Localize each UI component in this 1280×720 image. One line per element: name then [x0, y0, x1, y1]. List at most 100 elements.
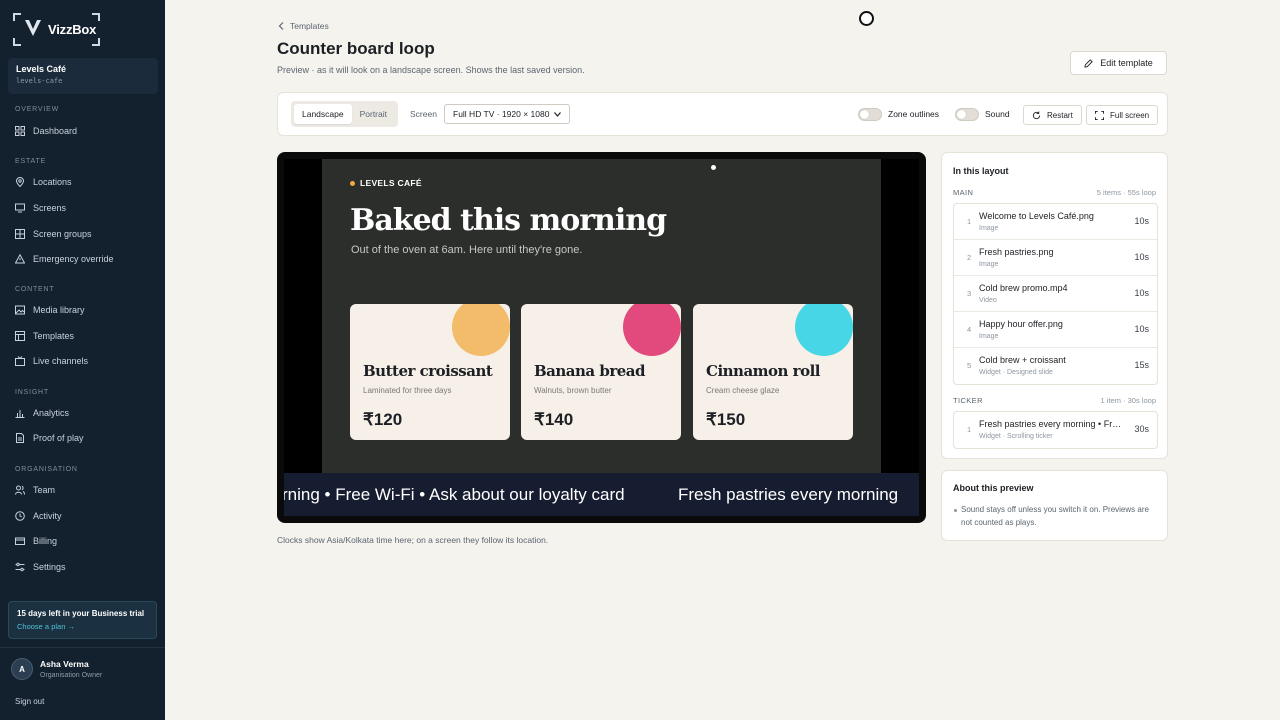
sidebar: VizzBox Levels Café levels-cafe OVERVIEW…: [0, 0, 165, 720]
list-item[interactable]: 1 Welcome to Levels Café.png Image 10s: [954, 204, 1157, 240]
list-item[interactable]: 2 Fresh pastries.png Image 10s: [954, 240, 1157, 276]
breadcrumb[interactable]: Templates: [278, 21, 329, 31]
zone-outlines-toggle[interactable]: [858, 108, 882, 121]
sidebar-item-label: Live channels: [33, 356, 89, 366]
nav-section-content: CONTENT: [15, 286, 55, 293]
product-card: Butter croissant Laminated for three day…: [350, 304, 510, 440]
timezone-caption: Clocks show Asia/Kolkata time here; on a…: [277, 535, 549, 545]
trial-banner: 15 days left in your Business trial Choo…: [8, 601, 157, 639]
card-accent-circle: [623, 304, 681, 356]
full-screen-button[interactable]: Full screen: [1086, 105, 1159, 125]
item-index: 1: [967, 425, 972, 434]
layout-panel-title: In this layout: [953, 166, 1009, 176]
document-icon: [16, 433, 24, 443]
edit-template-button[interactable]: Edit template: [1070, 51, 1167, 75]
item-type: Widget · Scrolling ticker: [979, 433, 1053, 440]
sidebar-item-label: Emergency override: [33, 254, 114, 264]
main-zone-meta: 5 items · 55s loop: [1096, 188, 1156, 197]
screen-label: Screen: [410, 109, 437, 119]
sliders-icon: [15, 562, 25, 572]
list-item[interactable]: 5 Cold brew + croissant Widget · Designe…: [954, 348, 1157, 384]
sound-toggle[interactable]: [955, 108, 979, 121]
ticker-zone-meta: 1 item · 30s loop: [1100, 396, 1156, 405]
sidebar-item-label: Settings: [33, 562, 66, 572]
product-desc: Cream cheese glaze: [706, 386, 780, 395]
avatar: A: [11, 658, 33, 680]
sidebar-item-team[interactable]: Team: [15, 485, 55, 495]
nav-section-insight: INSIGHT: [15, 389, 49, 396]
sidebar-item-locations[interactable]: Locations: [15, 177, 72, 187]
item-name: Cold brew + croissant: [979, 355, 1066, 365]
list-item[interactable]: 4 Happy hour offer.png Image 10s: [954, 312, 1157, 348]
location-pin-icon: [15, 177, 25, 187]
ticker-text: Fresh pastries every morning: [678, 485, 899, 504]
item-duration: 10s: [1134, 324, 1149, 334]
sidebar-item-screens[interactable]: Screens: [15, 203, 66, 213]
device-preview: LEVELS CAFÉ Baked this morning Out of th…: [277, 152, 926, 523]
sidebar-item-label: Screens: [33, 203, 67, 213]
user-role: Organisation Owner: [40, 672, 103, 679]
product-card: Cinnamon roll Cream cheese glaze ₹150: [693, 304, 853, 440]
screen-groups-icon: [15, 229, 25, 239]
sidebar-item-label: Analytics: [33, 408, 70, 418]
user-profile[interactable]: A Asha Verma Organisation Owner: [11, 658, 102, 680]
sign-out-link[interactable]: Sign out: [15, 697, 44, 706]
item-type: Widget · Designed slide: [979, 369, 1053, 376]
item-index: 4: [967, 325, 972, 334]
main-zone-label: MAIN: [953, 188, 974, 197]
sidebar-item-media-library[interactable]: Media library: [15, 305, 85, 315]
sidebar-item-screen-groups[interactable]: Screen groups: [15, 229, 92, 239]
tab-landscape[interactable]: Landscape: [294, 104, 352, 124]
preview-toolbar: Landscape Portrait Screen Full HD TV · 1…: [277, 92, 1168, 136]
list-item[interactable]: 1 Fresh pastries every morning • Free Wi…: [954, 412, 1157, 448]
logo-mark-icon: [25, 20, 41, 36]
restart-button[interactable]: Restart: [1023, 105, 1082, 125]
logo[interactable]: VizzBox: [13, 13, 100, 46]
about-body: Sound stays off unless you switch it on.…: [961, 505, 1149, 527]
sidebar-item-label: Team: [33, 485, 56, 495]
product-price: ₹150: [706, 410, 746, 429]
nav-section-overview: OVERVIEW: [15, 106, 60, 113]
sidebar-item-settings[interactable]: Settings: [15, 562, 66, 572]
list-item[interactable]: 3 Cold brew promo.mp4 Video 10s: [954, 276, 1157, 312]
item-duration: 10s: [1134, 288, 1149, 298]
restart-icon: [1032, 110, 1041, 119]
tab-portrait[interactable]: Portrait: [352, 104, 395, 124]
page-title: Counter board loop: [277, 39, 435, 58]
screen-select[interactable]: Full HD TV · 1920 × 1080: [444, 104, 570, 124]
sidebar-item-analytics[interactable]: Analytics: [15, 408, 69, 418]
nav-section-organisation: ORGANISATION: [15, 466, 78, 473]
sidebar-item-label: Dashboard: [33, 126, 78, 136]
main-zone-slide: LEVELS CAFÉ Baked this morning Out of th…: [322, 159, 881, 473]
item-duration: 10s: [1134, 216, 1149, 226]
ticker-zone: rning • Free Wi-Fi • Ask about our loyal…: [284, 473, 919, 516]
sidebar-item-dashboard[interactable]: Dashboard: [15, 126, 77, 136]
org-switcher[interactable]: Levels Café levels-cafe: [8, 58, 158, 94]
restart-label: Restart: [1047, 110, 1073, 120]
sidebar-item-emergency-override[interactable]: Emergency override: [15, 254, 114, 264]
item-name: Happy hour offer.png: [979, 319, 1063, 329]
item-type: Image: [979, 333, 999, 340]
product-name: Banana bread: [534, 362, 646, 380]
sidebar-item-label: Screen groups: [33, 229, 92, 239]
preview-screen: LEVELS CAFÉ Baked this morning Out of th…: [284, 159, 919, 516]
sidebar-item-proof-of-play[interactable]: Proof of play: [15, 433, 84, 443]
monitor-icon: [15, 203, 25, 213]
trial-title: 15 days left in your Business trial: [17, 609, 145, 618]
sidebar-item-activity[interactable]: Activity: [15, 511, 62, 521]
product-name: Butter croissant: [363, 362, 493, 380]
bullet-icon: [954, 509, 957, 512]
ticker-text: rning • Free Wi-Fi • Ask about our loyal…: [284, 485, 625, 504]
full-screen-label: Full screen: [1110, 110, 1150, 120]
chevron-left-icon: [278, 22, 284, 30]
page-subtitle: Preview · as it will look on a landscape…: [277, 65, 585, 75]
sidebar-item-live-channels[interactable]: Live channels: [15, 356, 88, 366]
sidebar-item-templates[interactable]: Templates: [15, 331, 74, 341]
item-duration: 10s: [1134, 252, 1149, 262]
clock-icon: [15, 511, 25, 521]
sidebar-item-billing[interactable]: Billing: [15, 536, 57, 546]
choose-plan-link[interactable]: Choose a plan →: [17, 622, 148, 631]
brand-name: VizzBox: [48, 22, 97, 37]
main-zone-list: 1 Welcome to Levels Café.png Image 10s 2…: [953, 203, 1158, 385]
warning-icon: [15, 254, 25, 264]
